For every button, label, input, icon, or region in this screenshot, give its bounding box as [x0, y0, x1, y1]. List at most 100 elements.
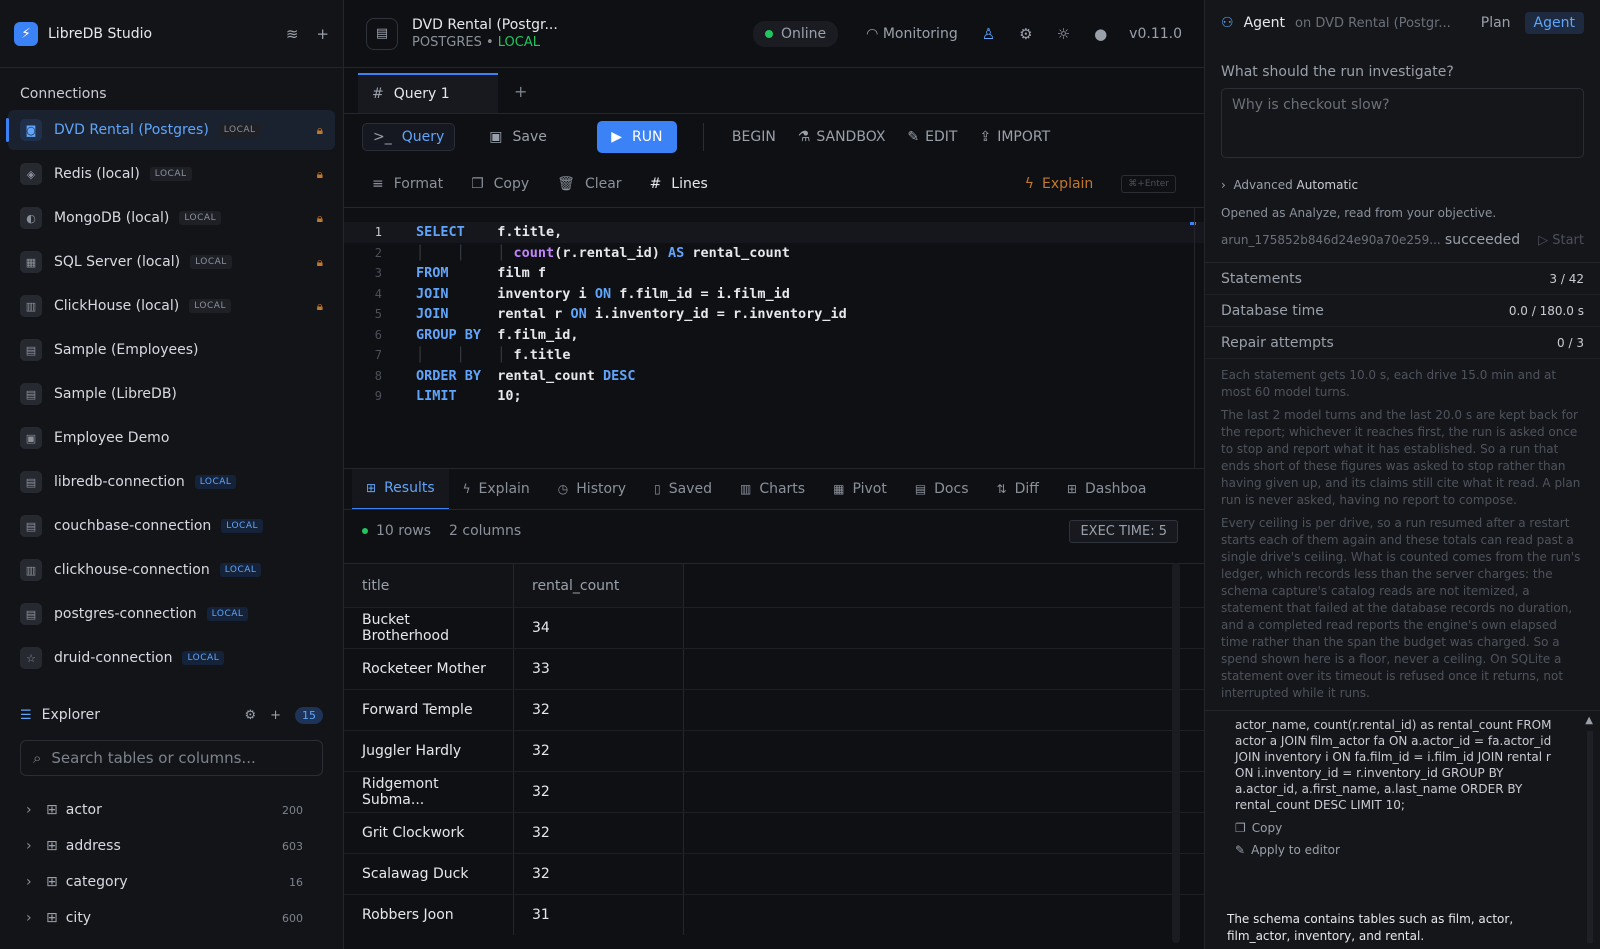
- results-tab[interactable]: ⊞ Dashboa: [1053, 469, 1161, 509]
- connection-item[interactable]: ▤ postgres-connection LOCAL: [8, 594, 335, 634]
- chevron-right-icon[interactable]: ›: [26, 874, 42, 890]
- local-badge: LOCAL: [221, 519, 264, 533]
- table-cell[interactable]: 32: [514, 772, 684, 812]
- connection-item[interactable]: ◈ Redis (local) LOCAL 🔒︎: [8, 154, 335, 194]
- edit-label: EDIT: [925, 129, 958, 145]
- table-cell[interactable]: Bucket Brotherhood: [344, 608, 514, 648]
- chevron-right-icon[interactable]: ›: [26, 802, 42, 818]
- settings-icon[interactable]: ⚙: [244, 708, 256, 723]
- add-tab-icon[interactable]: +: [514, 82, 527, 101]
- lines-toggle[interactable]: # Lines: [650, 176, 708, 192]
- table-cell[interactable]: Grit Clockwork: [344, 813, 514, 853]
- monitoring-button[interactable]: ◠ Monitoring: [866, 26, 958, 42]
- connection-item[interactable]: ☆ druid-connection LOCAL: [8, 638, 335, 678]
- table-cell[interactable]: Ridgemont Subma...: [344, 772, 514, 812]
- save-button[interactable]: ▣ Save: [489, 129, 547, 145]
- advanced-toggle[interactable]: › Advanced Automatic: [1205, 158, 1600, 192]
- query-mode-button[interactable]: >_ Query: [362, 123, 456, 151]
- table-cell[interactable]: 32: [514, 690, 684, 730]
- connections-list: ◙ DVD Rental (Postgres) LOCAL 🔒︎ ◈ Redis (loc…: [0, 110, 343, 678]
- begin-button[interactable]: BEGIN: [726, 129, 776, 145]
- plan-tab[interactable]: Plan: [1481, 15, 1511, 31]
- sql-editor[interactable]: 1 SELECT f.title, 2 │ │ │ count(r.rental_i…: [344, 208, 1204, 468]
- results-tab[interactable]: ▯ Saved: [640, 469, 726, 509]
- table-item[interactable]: › ⊞ actor 200: [0, 792, 343, 828]
- connection-item[interactable]: ▤ Sample (LibreDB): [8, 374, 335, 414]
- table-cell[interactable]: 31: [514, 895, 684, 935]
- theme-sun-icon[interactable]: ☼: [1057, 25, 1070, 43]
- table-item[interactable]: › ⊞ category 16: [0, 864, 343, 900]
- explorer-search-input[interactable]: ⌕ Search tables or columns...: [20, 740, 323, 776]
- connection-item[interactable]: ▦ SQL Server (local) LOCAL 🔒︎: [8, 242, 335, 282]
- editor-scrollbar[interactable]: [1194, 208, 1204, 468]
- table-row[interactable]: Scalawag Duck 32: [344, 853, 1204, 894]
- start-button[interactable]: ▷ Start: [1538, 233, 1584, 248]
- run-button[interactable]: ▶ RUN: [596, 121, 677, 153]
- chevron-right-icon[interactable]: ›: [26, 838, 42, 854]
- table-row[interactable]: Ridgemont Subma... 32: [344, 771, 1204, 812]
- chevron-right-icon[interactable]: ›: [26, 910, 42, 926]
- connection-item[interactable]: ▤ libredb-connection LOCAL: [8, 462, 335, 502]
- stat-value: 0.0 / 180.0 s: [1508, 303, 1584, 318]
- table-cell[interactable]: 34: [514, 608, 684, 648]
- connection-item[interactable]: ▣ Employee Demo: [8, 418, 335, 458]
- connection-item[interactable]: ◐ MongoDB (local) LOCAL 🔒︎: [8, 198, 335, 238]
- table-cell[interactable]: 32: [514, 731, 684, 771]
- results-tab[interactable]: ▦ Pivot: [819, 469, 901, 509]
- table-cell[interactable]: Scalawag Duck: [344, 854, 514, 894]
- connection-item[interactable]: ◙ DVD Rental (Postgres) LOCAL 🔒︎: [6, 110, 335, 150]
- connection-item[interactable]: ▥ clickhouse-connection LOCAL: [8, 550, 335, 590]
- table-cell[interactable]: 32: [514, 854, 684, 894]
- scroll-up-icon[interactable]: ▲: [1585, 715, 1593, 726]
- clear-button[interactable]: 🗑 Clear: [557, 176, 621, 192]
- connection-db-icon: ◈: [20, 163, 42, 185]
- column-header[interactable]: rental_count: [514, 564, 684, 607]
- results-tab[interactable]: ϟ Explain: [449, 469, 544, 509]
- gear-icon[interactable]: ⚙: [1019, 25, 1032, 43]
- apply-to-editor-button[interactable]: ✎ Apply to editor: [1205, 835, 1600, 857]
- table-cell[interactable]: 33: [514, 649, 684, 689]
- import-button[interactable]: ⇪ IMPORT: [979, 129, 1050, 145]
- tab-query-1[interactable]: # Query 1: [358, 73, 498, 113]
- format-button[interactable]: ≡ Format: [372, 176, 443, 192]
- user-icon[interactable]: ♙: [982, 25, 995, 43]
- copy-button[interactable]: ❐ Copy: [471, 176, 529, 192]
- connection-item[interactable]: ▤ couchbase-connection LOCAL: [8, 506, 335, 546]
- table-cell[interactable]: Juggler Hardly: [344, 731, 514, 771]
- table-row[interactable]: Robbers Joon 31: [344, 894, 1204, 935]
- add-table-icon[interactable]: +: [270, 708, 281, 723]
- table-cell[interactable]: 32: [514, 813, 684, 853]
- agent-tab[interactable]: Agent: [1524, 12, 1584, 34]
- table-row[interactable]: Bucket Brotherhood 34: [344, 607, 1204, 648]
- table-cell[interactable]: Forward Temple: [344, 690, 514, 730]
- table-item[interactable]: › ⊞ city 600: [0, 900, 343, 936]
- sandbox-button[interactable]: ⚗ SANDBOX: [798, 129, 886, 145]
- results-tab[interactable]: ◷ History: [544, 469, 640, 509]
- grid-scrollbar[interactable]: [1172, 563, 1180, 943]
- results-tab[interactable]: ▤ Docs: [901, 469, 983, 509]
- lines-label: Lines: [671, 175, 708, 192]
- objective-input[interactable]: Why is checkout slow?: [1221, 88, 1584, 158]
- results-tab[interactable]: ⇅ Diff: [983, 469, 1053, 509]
- connection-item[interactable]: ▤ Sample (Employees): [8, 330, 335, 370]
- explain-button[interactable]: ϟ Explain: [1025, 176, 1094, 192]
- add-connection-icon[interactable]: +: [316, 25, 329, 43]
- table-row[interactable]: Juggler Hardly 32: [344, 730, 1204, 771]
- chat-scrollbar[interactable]: [1587, 731, 1593, 943]
- editor-secondary-toolbar: ≡ Format ❐ Copy 🗑 Clear # Lines ϟ Explain ⌘+E…: [344, 160, 1204, 208]
- tab-label: Diff: [1014, 481, 1039, 497]
- table-cell[interactable]: Robbers Joon: [344, 895, 514, 935]
- table-row[interactable]: Rocketeer Mother 33: [344, 648, 1204, 689]
- github-icon[interactable]: ●: [1094, 25, 1107, 43]
- results-tab[interactable]: ⊞ Results: [352, 469, 449, 509]
- table-row[interactable]: Forward Temple 32: [344, 689, 1204, 730]
- copy-sql-button[interactable]: ❐ Copy: [1205, 813, 1600, 835]
- connection-item[interactable]: ▥ ClickHouse (local) LOCAL 🔒︎: [8, 286, 335, 326]
- table-item[interactable]: › ⊞ address 603: [0, 828, 343, 864]
- results-tab[interactable]: ▥ Charts: [726, 469, 819, 509]
- column-header[interactable]: title: [344, 564, 514, 607]
- table-row[interactable]: Grit Clockwork 32: [344, 812, 1204, 853]
- table-cell[interactable]: Rocketeer Mother: [344, 649, 514, 689]
- layers-icon[interactable]: ≋: [286, 25, 299, 43]
- edit-button[interactable]: ✎ EDIT: [907, 129, 957, 145]
